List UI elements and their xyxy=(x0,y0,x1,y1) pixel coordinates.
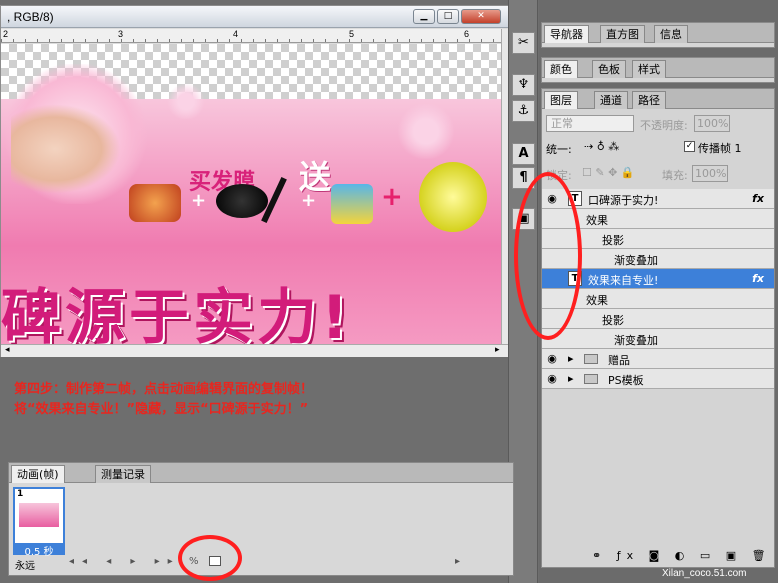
character-icon[interactable]: A xyxy=(512,143,535,165)
ruler-label: 2 xyxy=(3,29,9,39)
blend-mode-select[interactable]: 正常 xyxy=(546,115,634,132)
ruler-label: 4 xyxy=(233,29,239,39)
loop-select[interactable]: 永远 xyxy=(15,557,35,572)
frame-number: 1 xyxy=(17,489,24,499)
eye-icon[interactable]: ◉ xyxy=(545,372,559,386)
layer-name: 效果来自专业! xyxy=(588,274,659,287)
folder-icon xyxy=(584,374,598,384)
tab-animation[interactable]: 动画(帧) xyxy=(11,465,65,483)
document-title: , RGB/8) xyxy=(7,10,54,24)
layers-tabs: 图层 通道 路径 xyxy=(542,89,774,109)
effect-name: 投影 xyxy=(602,314,624,327)
color-tabs: 颜色 色板 样式 xyxy=(542,58,774,78)
layers-bottom-toolbar[interactable]: ⚭ ƒx ◙ ◐ ▭ ▣ 🗑 xyxy=(592,549,772,562)
effect-name: 效果 xyxy=(586,294,608,307)
plus-icon: + xyxy=(191,190,207,211)
expand-arrow-icon[interactable]: ▸ xyxy=(568,352,574,365)
scroll-right-icon[interactable]: ▸ xyxy=(495,345,500,355)
opacity-input[interactable]: 100% xyxy=(694,115,730,132)
layer-name: PS模板 xyxy=(608,374,644,387)
tab-channels[interactable]: 通道 xyxy=(594,91,628,109)
effect-name: 渐变叠加 xyxy=(614,334,658,347)
layer-row[interactable]: ◉ ▸ PS模板 xyxy=(542,369,774,389)
frame-delay[interactable]: 0.5 秒 xyxy=(13,543,65,558)
folder-icon xyxy=(584,354,598,364)
tools-icon[interactable]: ✂ xyxy=(512,32,535,54)
butterfly-graphic xyxy=(166,84,206,119)
maximize-button[interactable]: □ xyxy=(437,9,459,24)
instruction-line-2: 将“效果来自专业！”隐藏，显示“口碑源于实力！” xyxy=(14,402,309,417)
product-cap xyxy=(331,184,373,224)
close-button[interactable]: ✕ xyxy=(461,9,501,24)
horizontal-scrollbar[interactable]: ◂ ▸ xyxy=(1,344,511,357)
layer-name: 赠品 xyxy=(608,354,630,367)
document-window: , RGB/8) ▁ □ ✕ 2 3 4 5 6 买发膜 送 + + + 碑源于… xyxy=(0,5,512,357)
instruction-line-1: 第四步：制作第二帧，点击动画编辑界面的复制帧！ xyxy=(14,382,314,397)
effect-name: 投影 xyxy=(602,234,624,247)
product-sponge xyxy=(419,162,487,232)
fill-label: 填充: xyxy=(662,169,688,182)
propagate-label: 传播帧 1 xyxy=(698,142,742,155)
brush-icon[interactable]: ♆ xyxy=(512,74,535,96)
tab-info[interactable]: 信息 xyxy=(654,25,688,43)
plus-icon: + xyxy=(381,182,403,212)
propagate-checkbox[interactable]: ✓ xyxy=(684,141,695,152)
expand-arrow-icon[interactable]: ▸ xyxy=(568,372,574,385)
fill-input[interactable]: 100% xyxy=(692,165,728,182)
clone-icon[interactable]: ⚓ xyxy=(512,100,535,122)
hands-photo xyxy=(11,104,121,194)
ruler-label: 6 xyxy=(464,29,470,39)
tab-swatches[interactable]: 色板 xyxy=(592,60,626,78)
image-canvas[interactable]: 买发膜 送 + + + 碑源于实力! xyxy=(1,44,501,344)
product-bowl xyxy=(216,184,268,218)
fx-icon[interactable]: fx xyxy=(752,272,764,285)
tab-histogram[interactable]: 直方图 xyxy=(600,25,645,43)
layer-row[interactable]: ◉ ▸ 赠品 xyxy=(542,349,774,369)
ruler-label: 5 xyxy=(349,29,355,39)
annotation-circle-duplicate xyxy=(178,535,242,581)
annotation-circle-visibility xyxy=(514,172,582,340)
document-title-bar[interactable]: , RGB/8) ▁ □ ✕ xyxy=(1,6,511,28)
unify-label: 统一: xyxy=(546,143,572,156)
plus-icon: + xyxy=(301,190,317,211)
tab-color[interactable]: 颜色 xyxy=(544,60,578,78)
layer-row[interactable]: ◉ T 口碑源于实力! fx xyxy=(542,189,774,209)
tab-measurement-log[interactable]: 测量记录 xyxy=(95,465,151,483)
playback-controls[interactable]: ◂◂ ◂ ▸ ▸▸ xyxy=(69,556,181,567)
effect-name: 渐变叠加 xyxy=(614,254,658,267)
butterfly-graphic xyxy=(396,104,456,159)
navigator-tabs: 导航器 直方图 信息 xyxy=(542,23,774,43)
color-panel: 颜色 色板 样式 xyxy=(541,57,775,83)
animation-panel: 动画(帧) 测量记录 1 0.5 秒 永远 ◂◂ ◂ ▸ ▸▸ % ▸ xyxy=(8,462,514,576)
watermark: Xilan_coco.51.com xyxy=(662,568,747,579)
animation-frame[interactable]: 1 xyxy=(13,487,65,545)
horizontal-ruler: 2 3 4 5 6 xyxy=(1,29,501,43)
unify-icons[interactable]: ⇢ ♁ ⁂ xyxy=(584,140,619,153)
tab-layers[interactable]: 图层 xyxy=(544,91,578,109)
tab-paths[interactable]: 路径 xyxy=(632,91,666,109)
minimize-button[interactable]: ▁ xyxy=(413,9,435,24)
product-towel xyxy=(129,184,181,222)
effect-row[interactable]: 投影 xyxy=(542,309,774,329)
ruler-label: 3 xyxy=(118,29,124,39)
tab-styles[interactable]: 样式 xyxy=(632,60,666,78)
frame-thumbnail xyxy=(19,503,59,527)
fx-icon[interactable]: fx xyxy=(752,192,764,205)
lock-icons[interactable]: ☐ ✎ ✥ 🔒 xyxy=(582,166,634,179)
navigator-panel: 导航器 直方图 信息 xyxy=(541,22,775,48)
tab-navigator[interactable]: 导航器 xyxy=(544,25,589,43)
scroll-left-icon[interactable]: ◂ xyxy=(5,345,10,355)
scroll-right-icon[interactable]: ▸ xyxy=(455,556,460,567)
effect-row[interactable]: 渐变叠加 xyxy=(542,329,774,349)
layer-name: 口碑源于实力! xyxy=(588,194,659,207)
headline-text: 碑源于实力! xyxy=(1,283,353,344)
layers-panel: 图层 通道 路径 正常 不透明度: 100% 统一: ⇢ ♁ ⁂ ✓ 传播帧 1… xyxy=(541,88,775,568)
effect-name: 效果 xyxy=(586,214,608,227)
eye-icon[interactable]: ◉ xyxy=(545,352,559,366)
animation-tabs: 动画(帧) 测量记录 xyxy=(9,463,513,483)
opacity-label: 不透明度: xyxy=(640,119,688,132)
